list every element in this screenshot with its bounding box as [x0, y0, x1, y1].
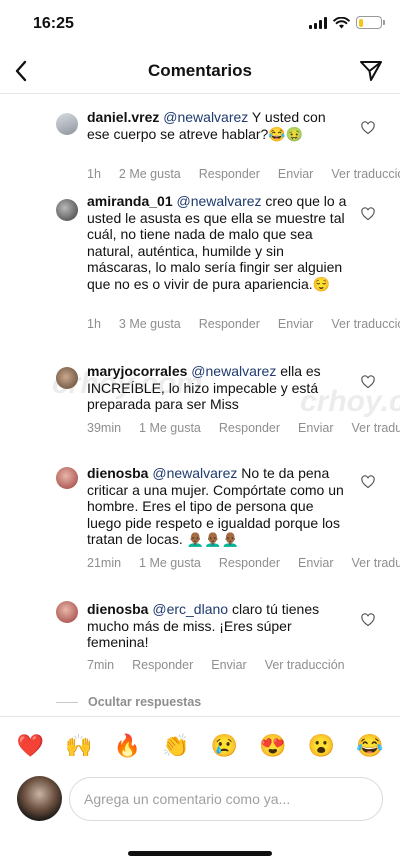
comment-mention[interactable]: @newalvarez — [163, 109, 248, 125]
emoji-raised-hands-button[interactable]: 🙌 — [61, 733, 97, 759]
comment-meta: 1h 2 Me gusta Responder Enviar Ver tradu… — [87, 167, 400, 181]
comment-time: 21min — [87, 556, 122, 570]
comment-username[interactable]: maryjocorrales — [87, 363, 187, 379]
status-icons — [309, 16, 385, 29]
like-heart-icon[interactable] — [361, 613, 375, 627]
send-button[interactable]: Enviar — [298, 556, 333, 570]
like-heart-icon[interactable] — [361, 207, 375, 221]
comment-meta: 39min 1 Me gusta Responder Enviar Ver tr… — [87, 421, 400, 435]
reply-button[interactable]: Responder — [219, 421, 280, 435]
translate-button[interactable]: Ver traducción — [265, 658, 345, 672]
comment-likes[interactable]: 1 Me gusta — [139, 421, 201, 435]
comment-mention[interactable]: @newalvarez — [191, 363, 276, 379]
comment-username[interactable]: dienosba — [87, 465, 148, 481]
compose-bar — [0, 774, 400, 830]
emoji-surprised-button[interactable]: 😮 — [303, 733, 339, 759]
send-button[interactable]: Enviar — [278, 317, 313, 331]
reply-button[interactable]: Responder — [199, 167, 260, 181]
comment-username[interactable]: dienosba — [87, 601, 148, 617]
home-indicator — [128, 851, 272, 856]
translate-button[interactable]: Ver traducción — [331, 317, 400, 331]
reply-button[interactable]: Responder — [199, 317, 260, 331]
avatar[interactable] — [56, 467, 78, 489]
comment-time: 1h — [87, 317, 101, 331]
status-time: 16:25 — [33, 15, 74, 32]
nav-bar: Comentarios — [0, 48, 400, 94]
comment-username[interactable]: amiranda_01 — [87, 193, 173, 209]
reply-button[interactable]: Responder — [219, 556, 280, 570]
signal-icon — [309, 16, 327, 29]
translate-button[interactable]: Ver traducción — [351, 421, 400, 435]
translate-button[interactable]: Ver traducción — [331, 167, 400, 181]
divider — [56, 701, 78, 703]
emoji-fire-button[interactable]: 🔥 — [109, 733, 145, 759]
emoji-bar: ❤️ 🙌 🔥 👏 😢 😍 😮 😂 — [0, 716, 400, 774]
emoji-heart-eyes-button[interactable]: 😍 — [255, 733, 291, 759]
avatar[interactable] — [56, 113, 78, 135]
emoji-heart-button[interactable]: ❤️ — [12, 733, 48, 759]
send-button[interactable]: Enviar — [298, 421, 333, 435]
comment-username[interactable]: daniel.vrez — [87, 109, 159, 125]
comment-meta: 7min Responder Enviar Ver traducción — [87, 658, 345, 672]
comments-list[interactable]: crhoy.com crhoy.com daniel.vrez @newalva… — [0, 95, 400, 715]
page-title: Comentarios — [148, 61, 252, 80]
comment-input[interactable] — [69, 777, 383, 821]
comment-meta: 1h 3 Me gusta Responder Enviar Ver tradu… — [87, 317, 400, 331]
comment-time: 39min — [87, 421, 122, 435]
comment-time: 7min — [87, 658, 115, 672]
comment-text: dienosba @erc_dlano claro tú tienes much… — [87, 601, 347, 651]
hide-replies-button[interactable]: Ocultar respuestas — [56, 695, 201, 709]
battery-icon — [356, 16, 385, 29]
avatar — [17, 776, 62, 821]
comment-meta: 21min 1 Me gusta Responder Enviar Ver tr… — [87, 556, 400, 570]
like-heart-icon[interactable] — [361, 121, 375, 135]
comment-time: 1h — [87, 167, 101, 181]
reply-button[interactable]: Responder — [132, 658, 193, 672]
battery-level — [358, 18, 363, 27]
comment-mention[interactable]: @erc_dlano — [152, 601, 228, 617]
send-button[interactable]: Enviar — [278, 167, 313, 181]
hide-replies-label: Ocultar respuestas — [88, 695, 202, 709]
comment-text: maryjocorrales @newalvarez ella es INCRE… — [87, 363, 347, 413]
avatar[interactable] — [56, 199, 78, 221]
translate-button[interactable]: Ver traducción — [351, 556, 400, 570]
emoji-laughing-button[interactable]: 😂 — [352, 733, 388, 759]
paper-plane-icon — [360, 61, 382, 81]
like-heart-icon[interactable] — [361, 475, 375, 489]
emoji-crying-button[interactable]: 😢 — [206, 733, 242, 759]
comment-likes[interactable]: 1 Me gusta — [139, 556, 201, 570]
comment-text: amiranda_01 @newalvarez creo que lo a us… — [87, 193, 347, 292]
avatar[interactable] — [56, 367, 78, 389]
wifi-icon — [333, 16, 350, 28]
comment-likes[interactable]: 2 Me gusta — [119, 167, 181, 181]
comment-likes[interactable]: 3 Me gusta — [119, 317, 181, 331]
send-button[interactable]: Enviar — [211, 658, 246, 672]
share-button[interactable] — [356, 56, 386, 86]
comment-text: dienosba @newalvarez No te da pena criti… — [87, 465, 347, 548]
comment-mention[interactable]: @newalvarez — [152, 465, 237, 481]
avatar[interactable] — [56, 601, 78, 623]
comment-text: daniel.vrez @newalvarez Y usted con ese … — [87, 109, 347, 142]
status-bar: 16:25 — [0, 0, 400, 48]
like-heart-icon[interactable] — [361, 375, 375, 389]
comment-mention[interactable]: @newalvarez — [177, 193, 262, 209]
emoji-clapping-button[interactable]: 👏 — [158, 733, 194, 759]
